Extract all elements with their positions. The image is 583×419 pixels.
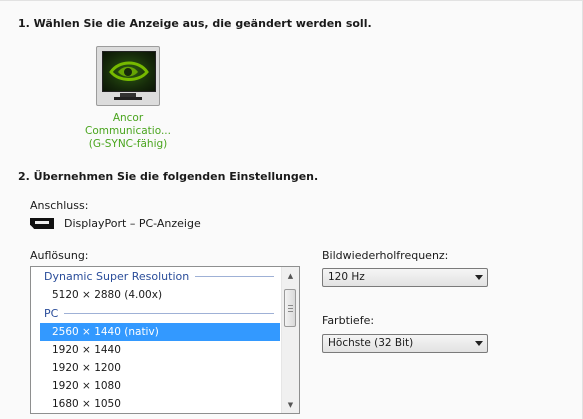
list-item-selected[interactable]: 2560 × 1440 (nativ) — [40, 323, 280, 341]
monitor-icon — [96, 46, 160, 106]
resolution-label: Auflösung: — [30, 249, 89, 262]
list-item[interactable]: 1920 × 1200 — [31, 359, 282, 377]
list-group-header: Dynamic Super Resolution — [31, 267, 282, 286]
color-depth-dropdown[interactable]: Höchste (32 Bit) — [322, 334, 488, 353]
top-border — [0, 0, 583, 1]
connection-label: Anschluss: — [30, 199, 89, 212]
refresh-rate-label: Bildwiederholfrequenz: — [322, 249, 449, 262]
list-item[interactable]: 1680 × 1050 — [31, 395, 282, 413]
displayport-icon — [30, 218, 54, 229]
monitor-base — [114, 97, 142, 100]
resolution-list: Dynamic Super Resolution 5120 × 2880 (4.0… — [31, 267, 282, 413]
chevron-down-icon — [475, 341, 483, 346]
display-name: Ancor Communicatio... — [85, 112, 171, 137]
nvidia-logo-screen — [102, 51, 156, 92]
step2-heading: 2. Übernehmen Sie die folgenden Einstell… — [18, 170, 319, 183]
group-divider — [64, 313, 274, 314]
nvidia-eye-icon — [109, 61, 149, 81]
refresh-rate-value: 120 Hz — [328, 271, 365, 283]
list-group-header: PC — [31, 304, 282, 323]
list-item[interactable]: 1920 × 1440 — [31, 341, 282, 359]
scroll-up-arrow-icon[interactable]: ▲ — [282, 267, 299, 284]
scroll-down-arrow-icon[interactable]: ▼ — [282, 396, 299, 413]
list-group-header-label: PC — [44, 307, 59, 320]
resolution-scrollbar[interactable]: ▲ ▼ — [281, 267, 299, 413]
resolution-listbox[interactable]: Dynamic Super Resolution 5120 × 2880 (4.0… — [30, 266, 300, 414]
color-depth-label: Farbtiefe: — [322, 314, 375, 327]
group-divider — [195, 276, 274, 277]
list-group-header-label: Dynamic Super Resolution — [44, 270, 190, 283]
display-tile[interactable]: Ancor Communicatio... (G-SYNC-fähig) — [70, 46, 186, 151]
step1-heading: 1. Wählen Sie die Anzeige aus, die geänd… — [18, 17, 372, 30]
display-gsync-label: (G-SYNC-fähig) — [88, 138, 168, 150]
refresh-rate-dropdown[interactable]: 120 Hz — [322, 268, 488, 287]
connection-row: DisplayPort – PC-Anzeige — [30, 217, 201, 230]
scroll-thumb[interactable] — [284, 289, 296, 327]
connection-value: DisplayPort – PC-Anzeige — [64, 217, 201, 230]
list-item[interactable]: 1920 × 1080 — [31, 377, 282, 395]
color-depth-value: Höchste (32 Bit) — [328, 337, 414, 349]
list-item[interactable]: 5120 × 2880 (4.00x) — [31, 286, 282, 304]
chevron-down-icon — [475, 275, 483, 280]
